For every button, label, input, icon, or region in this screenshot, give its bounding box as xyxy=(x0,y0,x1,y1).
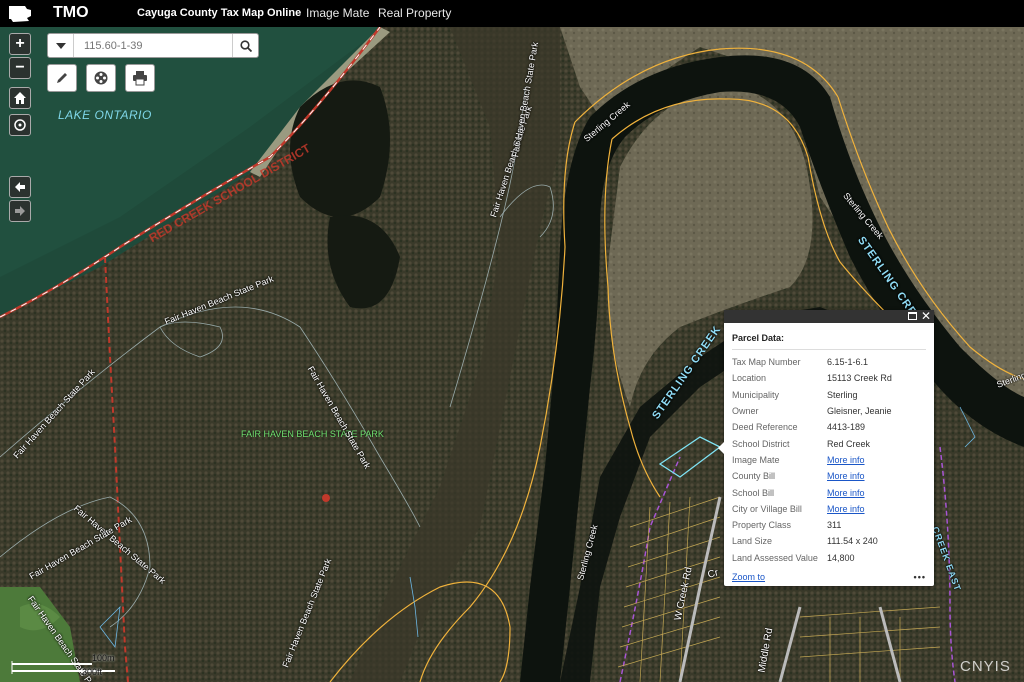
caret-down-icon xyxy=(55,42,66,49)
more-options-icon[interactable]: ••• xyxy=(914,572,926,582)
watermark: CNYIS xyxy=(960,658,1011,675)
nav-real-property[interactable]: Real Property xyxy=(378,6,451,20)
attr-row: Image Mate More info xyxy=(724,452,934,468)
ny-state-logo xyxy=(9,6,31,22)
popup-title: Parcel Data: xyxy=(732,333,785,343)
arrow-left-icon xyxy=(15,182,25,192)
home-button[interactable] xyxy=(9,87,31,109)
search-icon xyxy=(239,39,252,52)
forward-button[interactable] xyxy=(9,200,31,222)
pencil-icon xyxy=(57,73,67,83)
attr-row: Deed Reference 4413-189 xyxy=(724,419,934,435)
top-bar: TMO Cayuga County Tax Map Online Image M… xyxy=(0,0,1024,27)
film-reel-icon xyxy=(94,71,108,85)
attr-row: School District Red Creek xyxy=(724,435,934,451)
print-button[interactable] xyxy=(125,64,155,92)
attr-key: Tax Map Number xyxy=(732,357,801,368)
label-lake-ontario: LAKE ONTARIO xyxy=(58,108,152,122)
search-bar xyxy=(47,33,259,58)
zoom-in-button[interactable]: + xyxy=(9,33,31,55)
attr-key: Deed Reference xyxy=(732,422,798,433)
attr-row: Municipality Sterling xyxy=(724,387,934,403)
attr-value: Gleisner, Jeanie xyxy=(827,406,892,417)
maximize-icon[interactable] xyxy=(908,312,917,320)
popup-divider xyxy=(732,349,926,350)
zoom-out-button[interactable]: − xyxy=(9,57,31,79)
nav-image-mate[interactable]: Image Mate xyxy=(306,6,369,20)
home-icon xyxy=(14,92,26,104)
scale-bar: 100m 300ft xyxy=(10,653,120,677)
school-bill-link[interactable]: More info xyxy=(827,488,865,498)
popup-header: ✕ xyxy=(724,309,934,323)
attr-row: Location 15113 Creek Rd xyxy=(724,370,934,386)
city-village-bill-link[interactable]: More info xyxy=(827,504,865,514)
attr-row: School Bill More info xyxy=(724,484,934,500)
attr-row: Owner Gleisner, Jeanie xyxy=(724,403,934,419)
search-button[interactable] xyxy=(232,34,258,57)
draw-button[interactable] xyxy=(47,64,77,92)
attr-value: 6.15-1-6.1 xyxy=(827,357,869,368)
attr-value: 111.54 x 240 xyxy=(827,536,878,547)
basemap-button[interactable] xyxy=(86,64,116,92)
attr-row: City or Village Bill More info xyxy=(724,501,934,517)
attr-value: 4413-189 xyxy=(827,422,866,433)
attr-row: Tax Map Number 6.15-1-6.1 xyxy=(724,354,934,370)
attr-key: School Bill xyxy=(732,487,775,498)
attr-value: Red Creek xyxy=(827,438,871,449)
scale-label-ft: 300ft xyxy=(82,667,103,677)
popup-footer: Zoom to ••• xyxy=(724,572,934,582)
attr-key: Municipality xyxy=(732,389,780,400)
app-name[interactable]: TMO xyxy=(53,4,89,22)
attr-row: Land Assessed Value 14,800 xyxy=(724,550,934,566)
popup-pointer xyxy=(718,442,724,454)
search-dropdown-button[interactable] xyxy=(48,34,74,57)
search-input[interactable] xyxy=(74,34,232,57)
attr-value: 311 xyxy=(827,520,842,531)
attr-row: County Bill More info xyxy=(724,468,934,484)
attr-key: Location xyxy=(732,373,767,384)
attr-key: Land Size xyxy=(732,536,773,547)
attr-key: Owner xyxy=(732,406,759,417)
locate-button[interactable] xyxy=(9,114,31,136)
app-title: Cayuga County Tax Map Online xyxy=(137,7,302,19)
attr-key: School District xyxy=(732,438,790,449)
back-button[interactable] xyxy=(9,176,31,198)
scale-label-m: 100m xyxy=(92,653,115,663)
attr-key: Property Class xyxy=(732,520,792,531)
attr-key: County Bill xyxy=(732,471,776,482)
parcel-popup: ✕ Parcel Data: Tax Map Number 6.15-1-6.1 … xyxy=(718,309,934,586)
attr-row: Property Class 311 xyxy=(724,517,934,533)
attr-key: Image Mate xyxy=(732,454,780,465)
close-icon[interactable]: ✕ xyxy=(921,309,931,323)
attr-key: City or Village Bill xyxy=(732,503,802,514)
attr-value: 15113 Creek Rd xyxy=(827,373,892,384)
label-park: FAIR HAVEN BEACH STATE PARK xyxy=(241,429,384,439)
attr-value: 14,800 xyxy=(827,552,855,563)
printer-icon xyxy=(133,71,147,86)
attr-row: Land Size 111.54 x 240 xyxy=(724,533,934,549)
attr-value: Sterling xyxy=(827,389,858,400)
image-mate-link[interactable]: More info xyxy=(827,455,865,465)
zoom-to-link[interactable]: Zoom to xyxy=(732,572,765,582)
attr-key: Land Assessed Value xyxy=(732,552,818,563)
arrow-right-icon xyxy=(15,206,25,216)
locate-icon xyxy=(14,119,26,131)
parcel-attributes: Tax Map Number 6.15-1-6.1 Location 15113 C… xyxy=(724,354,934,566)
county-bill-link[interactable]: More info xyxy=(827,471,865,481)
